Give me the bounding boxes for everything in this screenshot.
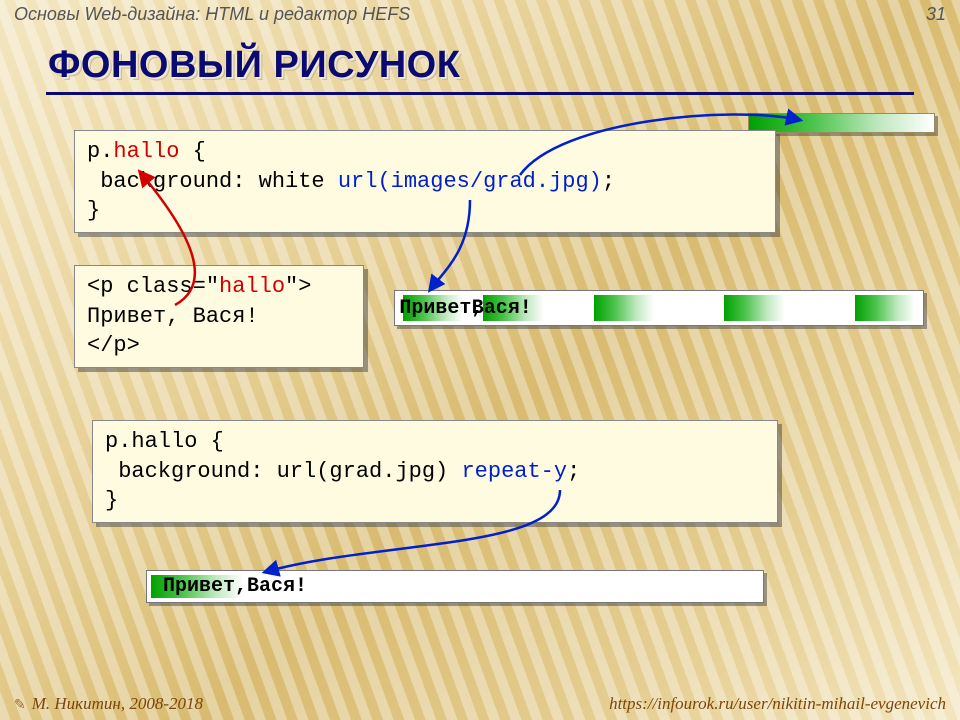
slide: Основы Web-дизайна: HTML и редактор HEFS… bbox=[0, 0, 960, 720]
gradient-tile-icon bbox=[594, 295, 654, 321]
render-sample-2: Привет, Вася! bbox=[146, 570, 764, 603]
slide-title: ФОНОВЫЙ РИСУНОК bbox=[48, 44, 460, 87]
sample2-word1: Привет, bbox=[155, 575, 247, 598]
page-number: 31 bbox=[926, 4, 946, 25]
header-bar: Основы Web-дизайна: HTML и редактор HEFS… bbox=[14, 4, 946, 25]
code-html: <p class="hallo"> Привет, Вася! </p> bbox=[74, 265, 364, 368]
course-title: Основы Web-дизайна: HTML и редактор HEFS bbox=[14, 4, 410, 25]
sample1-word2: Вася! bbox=[472, 297, 532, 320]
sample1-word1: Привет, bbox=[391, 297, 483, 320]
code-css-2: p.hallo { background: url(grad.jpg) repe… bbox=[92, 420, 778, 523]
gradient-tile-icon bbox=[855, 295, 915, 321]
sample2-word2: Вася! bbox=[247, 575, 307, 598]
footer-author: ✎М. Никитин, 2008-2018 bbox=[14, 694, 203, 714]
code-css-1: p.hallo { background: white url(images/g… bbox=[74, 130, 776, 233]
gradient-tile-icon bbox=[724, 295, 784, 321]
footer-url: https://infourok.ru/user/nikitin-mihail-… bbox=[609, 694, 946, 714]
footer-glyph-icon: ✎ bbox=[14, 698, 26, 713]
footer-bar: ✎М. Никитин, 2008-2018 https://infourok.… bbox=[14, 694, 946, 714]
title-underline bbox=[46, 92, 914, 95]
render-sample-1: Привет, Вася! bbox=[394, 290, 924, 326]
gradient-sample-strip bbox=[748, 113, 935, 133]
